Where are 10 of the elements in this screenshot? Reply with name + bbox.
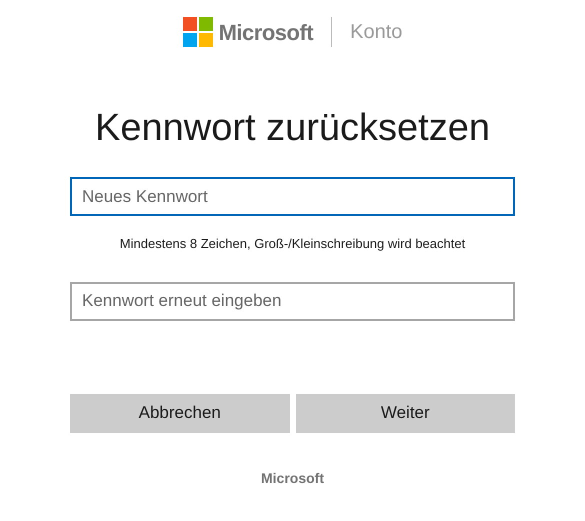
password-field[interactable]: Kennwort erneut eingeben <box>70 282 515 320</box>
password-field[interactable]: Neues Kennwort <box>70 177 515 216</box>
next-button[interactable]: Weiter <box>296 394 515 432</box>
cancel-button[interactable]: Abbrechen <box>70 394 290 432</box>
footer-brand: Microsoft <box>261 468 324 488</box>
logo-icon <box>182 17 213 47</box>
password-hint: Mindestens 8 Zeichen, Groß-/Kleinschreibung wird beachtet <box>118 235 466 253</box>
page-title: Kennwort zurücksetzen <box>95 106 490 151</box>
brand-name: Microsoft <box>218 18 314 46</box>
section-name: Konto <box>350 20 402 45</box>
